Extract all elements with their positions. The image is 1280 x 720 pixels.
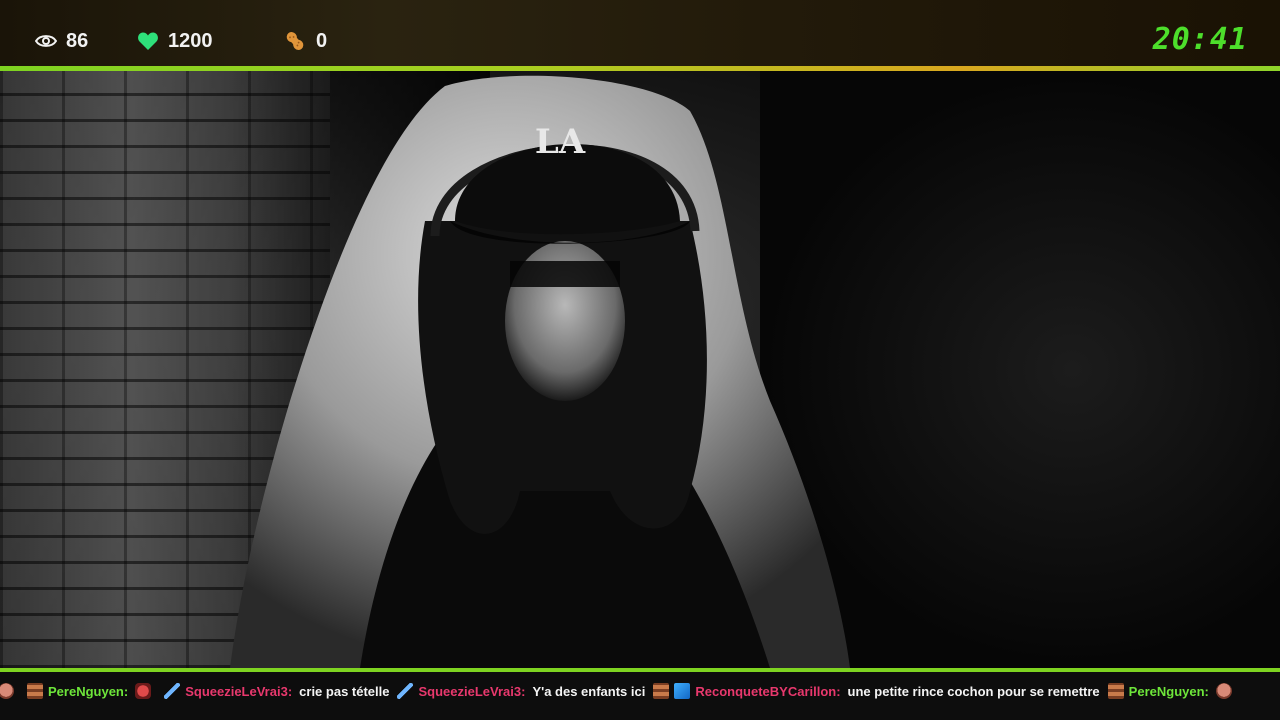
stats-bar: 86 1200 0 20:41 xyxy=(0,0,1280,66)
brick-emoji-icon xyxy=(1107,683,1124,699)
chat-username: PereNguyen: xyxy=(48,683,129,699)
chat-text: Y'a des enfants ici xyxy=(532,683,646,699)
stream-clock: 20:41 xyxy=(1152,22,1248,57)
chat-message: PereNguyen: xyxy=(1107,683,1237,699)
chat-username: SqueezieLeVrai3: xyxy=(418,683,526,699)
face-emoji-icon xyxy=(0,683,14,699)
brick-emoji-icon xyxy=(653,683,670,699)
viewer-count: 86 xyxy=(35,24,88,58)
chat-username: ReconqueteBYCarillon: xyxy=(695,683,841,699)
peanut-count-value: 0 xyxy=(316,29,328,52)
sword-emoji-icon xyxy=(164,683,181,699)
heart-icon xyxy=(137,31,159,51)
like-count: 1200 xyxy=(137,24,213,58)
peanut-icon xyxy=(283,29,307,53)
brick-emoji-icon xyxy=(27,683,43,699)
peanut-count: 0 xyxy=(283,24,327,58)
cube-emoji-icon xyxy=(674,683,691,699)
chat-username: SqueezieLeVrai3: xyxy=(185,683,293,699)
video-feed: LA xyxy=(0,71,1280,668)
mask-emoji-icon xyxy=(135,683,152,699)
chat-text: une petite rince cochon pour se remettre xyxy=(847,683,1100,699)
chat-message xyxy=(0,683,19,699)
like-count-value: 1200 xyxy=(168,29,213,52)
chat-ticker-track: PereNguyen: SqueezieLeVrai3: crie pas té… xyxy=(0,680,1245,702)
chat-text: crie pas tételle xyxy=(299,683,390,699)
chat-message: SqueezieLeVrai3: Y'a des enfants ici xyxy=(397,683,645,699)
viewer-count-value: 86 xyxy=(66,29,89,52)
chat-message: ReconqueteBYCarillon: une petite rince c… xyxy=(653,683,1100,699)
face-emoji-icon xyxy=(1215,683,1232,699)
chat-username: PereNguyen: xyxy=(1128,683,1209,699)
sword-emoji-icon xyxy=(397,683,414,699)
chat-message: PereNguyen: xyxy=(27,683,156,699)
chat-ticker: PereNguyen: SqueezieLeVrai3: crie pas té… xyxy=(0,672,1280,720)
streamer-figure: LA xyxy=(230,75,850,668)
eye-icon xyxy=(35,33,57,49)
cap-logo: LA xyxy=(535,122,586,162)
chat-message: SqueezieLeVrai3: crie pas tételle xyxy=(164,683,389,699)
